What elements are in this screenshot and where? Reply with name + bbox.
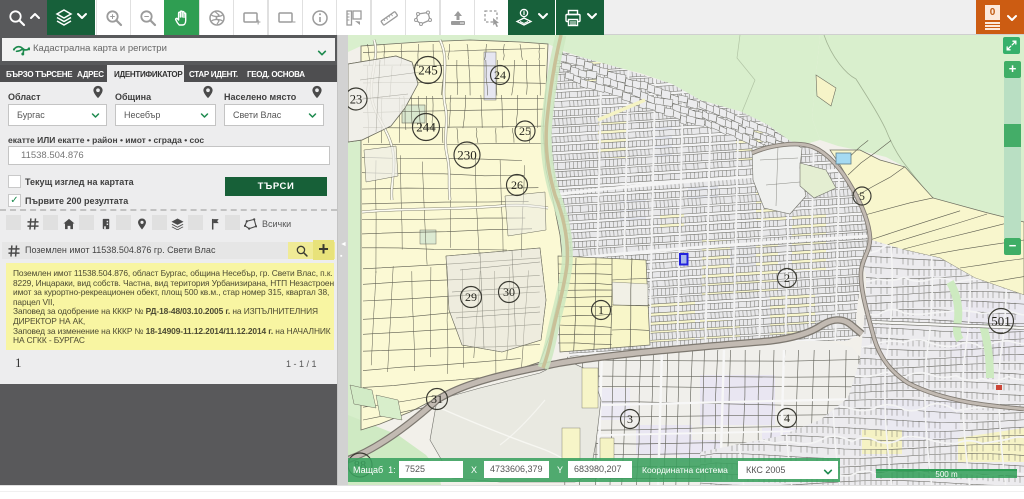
svg-text:+: + [109, 11, 114, 21]
svg-text:2: 2 [784, 271, 790, 285]
svg-text:31: 31 [431, 392, 443, 406]
svg-text:−: − [290, 17, 295, 27]
svg-text:501: 501 [991, 313, 1011, 328]
svg-text:230: 230 [457, 147, 477, 162]
svg-text:29: 29 [465, 290, 477, 304]
svg-text:5: 5 [859, 191, 865, 203]
svg-text:25: 25 [519, 124, 531, 138]
svg-text:245: 245 [418, 62, 438, 77]
svg-text:24: 24 [494, 68, 506, 82]
svg-text:3: 3 [627, 412, 633, 426]
svg-text:−: − [143, 11, 148, 21]
svg-text:23: 23 [350, 92, 363, 106]
svg-text:30: 30 [503, 285, 515, 299]
svg-text:244: 244 [416, 119, 436, 134]
svg-text:26: 26 [511, 178, 523, 192]
svg-text:4: 4 [784, 411, 790, 425]
svg-text:1: 1 [598, 303, 604, 317]
svg-text:+: + [255, 17, 260, 27]
